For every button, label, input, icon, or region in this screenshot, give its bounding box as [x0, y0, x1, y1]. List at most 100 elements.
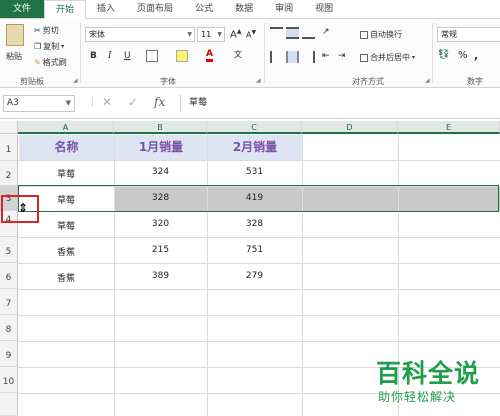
merge-center-button[interactable]: 合并后居中 ▾	[360, 52, 415, 63]
paste-button[interactable]: 粘贴	[6, 51, 22, 62]
comma-button[interactable]: ,	[474, 49, 478, 62]
font-name-select[interactable]: 宋体 ▼	[85, 27, 195, 42]
font-name-value: 宋体	[89, 30, 105, 39]
align-right-icon[interactable]	[302, 51, 315, 63]
brush-icon: ✎	[34, 58, 41, 67]
tab-page-layout[interactable]: 页面布局	[126, 0, 184, 18]
table-cell[interactable]: 389	[114, 271, 207, 281]
scissors-icon: ✂	[34, 26, 41, 35]
wrap-text-button[interactable]: 自动换行	[360, 29, 402, 40]
grow-font-button[interactable]: A▲	[230, 28, 241, 40]
row-header-11[interactable]	[0, 393, 18, 416]
decrease-indent-icon[interactable]: ⇤	[322, 51, 330, 61]
paste-icon[interactable]	[6, 24, 24, 46]
number-format-select[interactable]: 常规	[437, 27, 500, 42]
merge-icon	[360, 53, 368, 62]
column-header-b[interactable]: B	[114, 121, 207, 134]
phonetic-icon[interactable]: 文	[234, 49, 242, 60]
chevron-down-icon: ▾	[412, 54, 416, 61]
orientation-icon[interactable]: ↗	[322, 27, 330, 37]
row-resize-cursor-icon: ⇕	[18, 201, 29, 215]
row-header-2[interactable]: 2	[0, 161, 18, 186]
fill-color-icon[interactable]	[176, 50, 188, 62]
header-cell-name[interactable]: 名称	[19, 135, 114, 160]
ribbon: 粘贴 ✂ 剪切 ❐ 复制 ▾ ✎ 格式刷 剪贴板 ◢ 宋体 ▼ 11 ▼ A▲ A▼ B I…	[0, 19, 500, 88]
tab-view[interactable]: 视图	[304, 0, 344, 18]
shrink-font-button[interactable]: A▼	[246, 29, 256, 40]
italic-button[interactable]: I	[108, 51, 112, 61]
row-header-10[interactable]: 10	[0, 367, 18, 393]
font-size-select[interactable]: 11 ▼	[197, 27, 225, 42]
table-cell[interactable]: 279	[207, 271, 302, 281]
column-header-c[interactable]: C	[207, 121, 302, 134]
cancel-icon[interactable]: ✕	[102, 95, 112, 109]
select-all-corner[interactable]	[0, 121, 18, 134]
copy-dropdown-arrow: ▾	[61, 43, 65, 50]
row-header-8[interactable]: 8	[0, 315, 18, 341]
ribbon-tabs: 文件 开始 插入 页面布局 公式 数据 审阅 视图	[0, 0, 500, 19]
copy-button[interactable]: ❐ 复制 ▾	[34, 41, 64, 52]
align-bottom-icon[interactable]	[302, 27, 315, 39]
tab-formulas[interactable]: 公式	[184, 0, 224, 18]
formula-bar: A3 ▼ ⋮ ✕ ✓ fx 草莓	[0, 88, 500, 119]
font-color-button[interactable]: A	[206, 49, 213, 62]
row-header-7[interactable]: 7	[0, 289, 18, 315]
table-cell[interactable]: 751	[207, 245, 302, 255]
tab-file[interactable]: 文件	[0, 0, 45, 18]
enter-icon[interactable]: ✓	[128, 95, 138, 109]
column-header-e[interactable]: E	[398, 121, 500, 134]
insert-function-icon[interactable]: fx	[154, 95, 165, 109]
more-icon: ⋮	[88, 98, 97, 108]
watermark-subtitle: 助你轻松解决	[378, 390, 457, 404]
tab-home[interactable]: 开始	[44, 0, 87, 19]
cut-button[interactable]: ✂ 剪切	[34, 25, 59, 36]
tab-insert[interactable]: 插入	[86, 0, 126, 18]
tab-data[interactable]: 数据	[224, 0, 264, 18]
chevron-down-icon: ▼	[65, 99, 71, 107]
align-middle-icon[interactable]	[286, 27, 299, 39]
currency-icon[interactable]: 💱	[438, 50, 449, 60]
underline-button[interactable]: U	[124, 51, 131, 61]
name-box-value: A3	[7, 98, 19, 108]
table-cell[interactable]: 215	[114, 245, 207, 255]
percent-button[interactable]: %	[458, 50, 468, 61]
name-box[interactable]: A3 ▼	[3, 95, 75, 112]
table-cell[interactable]: 香蕉	[18, 271, 114, 284]
merge-center-label: 合并后居中	[370, 53, 410, 62]
worksheet-grid[interactable]: A B C D E 1 2 3 4 5 6 7 8 9 10 名称 1月销量 2…	[0, 119, 500, 416]
border-icon[interactable]	[146, 50, 158, 62]
copy-icon: ❐	[34, 42, 42, 51]
table-cell[interactable]: 324	[114, 167, 207, 177]
row-header-9[interactable]: 9	[0, 341, 18, 367]
font-size-value: 11	[201, 30, 212, 39]
row-header-1[interactable]: 1	[0, 135, 18, 161]
chevron-down-icon: ▼	[187, 31, 192, 38]
wrap-text-label: 自动换行	[370, 30, 402, 39]
increase-indent-icon[interactable]: ⇥	[338, 51, 346, 61]
formula-input[interactable]: 草莓	[180, 95, 498, 112]
chevron-down-icon: ▼	[217, 31, 222, 38]
header-cell-jan[interactable]: 1月销量	[115, 135, 207, 160]
alignment-launcher-icon[interactable]: ◢	[425, 77, 430, 84]
cut-label: 剪切	[42, 26, 59, 35]
number-format-value: 常规	[441, 30, 457, 39]
font-group-label: 字体	[160, 77, 176, 86]
header-cell-feb[interactable]: 2月销量	[208, 135, 302, 160]
align-left-icon[interactable]	[270, 51, 283, 63]
bold-button[interactable]: B	[90, 51, 97, 61]
column-header-d[interactable]: D	[302, 121, 398, 134]
table-cell[interactable]: 328	[207, 219, 302, 229]
table-cell[interactable]: 香蕉	[18, 245, 114, 258]
table-cell[interactable]: 草莓	[18, 167, 114, 180]
table-cell[interactable]: 531	[207, 167, 302, 177]
row-header-6[interactable]: 6	[0, 263, 18, 289]
table-cell[interactable]: 320	[114, 219, 207, 229]
align-top-icon[interactable]	[270, 27, 283, 39]
clipboard-launcher-icon[interactable]: ◢	[73, 77, 78, 84]
tab-review[interactable]: 审阅	[264, 0, 304, 18]
align-center-icon[interactable]	[286, 51, 299, 63]
font-launcher-icon[interactable]: ◢	[256, 77, 261, 84]
format-painter-button[interactable]: ✎ 格式刷	[34, 57, 67, 68]
column-header-a[interactable]: A	[18, 121, 114, 134]
row-header-5[interactable]: 5	[0, 237, 18, 263]
